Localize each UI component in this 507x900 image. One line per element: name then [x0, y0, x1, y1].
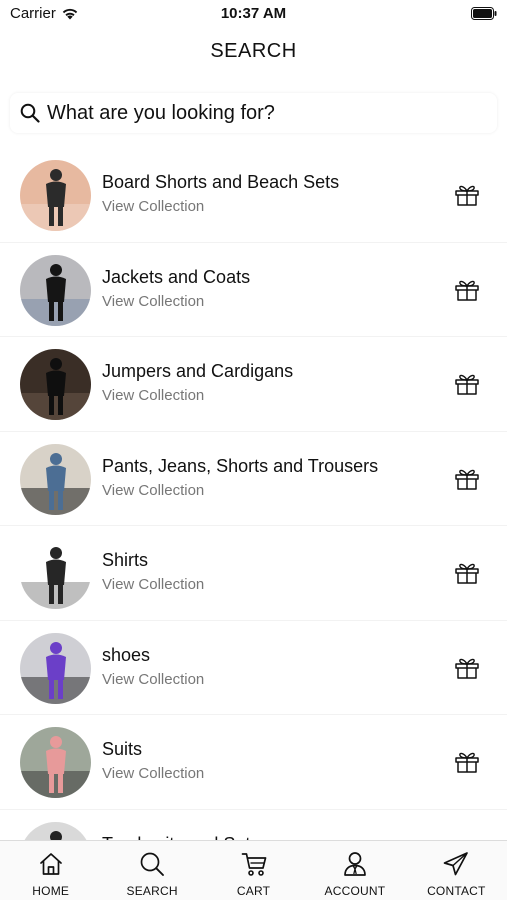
gift-box-icon[interactable]: [454, 277, 480, 301]
home-icon: [39, 853, 62, 875]
tab-label-account: ACCOUNT: [324, 884, 386, 898]
collection-row[interactable]: Board Shorts and Beach Sets View Collecti…: [0, 148, 507, 243]
collection-row[interactable]: Suits View Collection: [0, 715, 507, 810]
view-collection-link[interactable]: View Collection: [102, 576, 204, 593]
collection-title: Board Shorts and Beach Sets: [102, 172, 340, 192]
collection-row[interactable]: shoes View Collection: [0, 620, 507, 715]
view-collection-link[interactable]: View Collection: [102, 387, 204, 404]
page-title: SEARCH: [210, 40, 297, 62]
status-bar: Carrier 10:37 AM: [0, 0, 507, 28]
collection-title: Jackets and Coats: [102, 266, 251, 287]
gift-box-icon[interactable]: [454, 182, 480, 206]
collection-title: Jumpers and Cardigans: [102, 361, 294, 381]
cart-icon: [241, 853, 266, 876]
collection-title: shoes: [102, 644, 151, 665]
collection-thumbnail: [20, 821, 91, 840]
collection-title: Suits: [102, 739, 143, 759]
search-input[interactable]: [47, 101, 487, 125]
view-collection-link[interactable]: View Collection: [102, 293, 204, 310]
tab-label-contact: CONTACT: [427, 884, 486, 898]
tab-label-search: SEARCH: [126, 884, 178, 898]
tab-label-cart: CART: [236, 884, 271, 898]
collection-row[interactable]: Tracksuits and SetsView Collection: [0, 809, 507, 840]
account-icon: [344, 852, 366, 876]
tab-account[interactable]: ACCOUNT: [304, 841, 405, 900]
search-icon: [20, 103, 40, 123]
battery-icon: [471, 7, 497, 20]
gift-box-icon[interactable]: [454, 655, 480, 679]
search-icon: [140, 852, 165, 876]
collection-thumbnail: [20, 254, 91, 326]
bottom-tab-bar: HOME SEARCH CART ACCOUNT CONTACT: [0, 840, 507, 900]
collection-row[interactable]: Pants, Jeans, Shorts and Trousers View Co…: [0, 431, 507, 526]
collection-thumbnail: [20, 349, 91, 420]
view-collection-link[interactable]: View Collection: [102, 765, 204, 782]
collection-title: Pants, Jeans, Shorts and Trousers: [102, 455, 379, 476]
gift-box-icon[interactable]: [454, 749, 480, 773]
collection-row[interactable]: Shirts View Collection: [0, 526, 507, 621]
gift-box-icon[interactable]: [454, 560, 480, 584]
collection-row[interactable]: Jumpers and Cardigans View Collection: [0, 337, 507, 432]
paper-plane-icon: [443, 852, 469, 876]
collection-row[interactable]: Jackets and Coats View Collection: [0, 242, 507, 337]
gift-box-icon[interactable]: [454, 466, 480, 490]
view-collection-link[interactable]: View Collection: [102, 482, 204, 499]
collection-thumbnail: [20, 160, 91, 231]
collection-thumbnail: [20, 632, 91, 704]
collection-title: Shirts: [102, 550, 149, 570]
search-bar[interactable]: [10, 93, 497, 133]
tab-search[interactable]: SEARCH: [101, 841, 202, 900]
collection-thumbnail: [20, 727, 91, 798]
view-collection-link[interactable]: View Collection: [102, 671, 204, 688]
collection-thumbnail: [20, 538, 91, 609]
view-collection-link[interactable]: View Collection: [102, 198, 204, 215]
tab-label-home: HOME: [32, 884, 70, 898]
gift-box-icon[interactable]: [454, 371, 480, 395]
collection-list[interactable]: Board Shorts and Beach Sets View Collecti…: [0, 148, 507, 840]
tab-home[interactable]: HOME: [0, 841, 101, 900]
collection-thumbnail: [20, 443, 91, 515]
tab-cart[interactable]: CART: [203, 841, 304, 900]
clock: 10:37 AM: [220, 5, 287, 22]
tab-contact[interactable]: CONTACT: [406, 841, 507, 900]
